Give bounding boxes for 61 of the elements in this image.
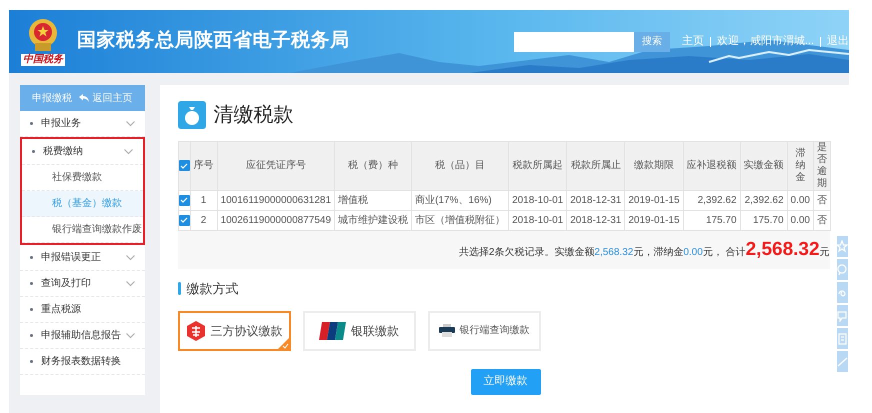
payment-option[interactable]: 银联缴款 [302, 310, 416, 350]
sidebar-item[interactable]: 申报业务 [20, 111, 145, 137]
corner-check-icon [278, 338, 289, 348]
column-header: 实缴金额 [740, 142, 788, 190]
checkbox[interactable] [178, 160, 190, 171]
column-header: 税款所属起 [508, 142, 567, 190]
sidebar-item[interactable]: 申报错误更正 [20, 245, 145, 271]
money-bag-icon [178, 101, 206, 129]
checkbox[interactable] [178, 194, 190, 206]
column-header: 应补退税额 [683, 142, 740, 190]
printer-icon [438, 324, 455, 337]
column-header: 应征凭证序号 [217, 142, 335, 190]
card-logo-icon [319, 322, 346, 340]
site-title: 国家税务总局陕西省电子税务局 [77, 28, 350, 54]
table-cell: 商业(17%、16%) [412, 190, 509, 210]
column-header: 序号 [190, 142, 218, 190]
side-tool-button[interactable] [837, 259, 848, 280]
section-title: 缴款方式 [186, 280, 239, 298]
table-cell: 10016119000000631281 [217, 190, 335, 210]
table-cell: 2019-01-15 [624, 190, 684, 210]
column-header: 税款所属止 [566, 142, 625, 190]
payment-option[interactable]: 银行端查询缴款 [428, 310, 541, 350]
chevron-down-icon [126, 332, 135, 338]
side-tool-button[interactable] [837, 236, 848, 257]
column-header: 是否逾期 [814, 142, 830, 190]
payment-option[interactable]: 三方协议缴款 [178, 310, 291, 350]
sidebar-item[interactable]: 申报辅助信息报告 [20, 323, 145, 349]
sidebar-item[interactable]: 财务报表数据转换 [20, 349, 145, 375]
logo-caption: 中国税务 [21, 54, 65, 66]
table-cell: 2018-12-31 [566, 190, 625, 210]
table-cell: 否 [814, 190, 830, 210]
chevron-down-icon [126, 254, 135, 260]
side-tool-button[interactable] [837, 282, 848, 303]
sidebar-item[interactable]: 查询及打印 [20, 271, 145, 297]
side-tool-button[interactable] [837, 351, 848, 372]
sidebar-title: 申报缴税 [32, 92, 72, 106]
column-header: 税（品）目 [412, 142, 509, 190]
search-field[interactable] [514, 32, 634, 52]
sidebar-subitem[interactable]: 银行端查询缴款作废 [22, 217, 143, 243]
column-header: 税（费）种 [334, 142, 412, 190]
table-cell: 0.00 [787, 190, 814, 210]
side-tool-button[interactable] [837, 305, 848, 326]
table-cell: 1 [190, 190, 218, 210]
chevron-down-icon [126, 280, 135, 286]
table-cell: 增值税 [334, 190, 412, 210]
page-title: 清缴税款 [214, 103, 294, 128]
sidebar-item[interactable]: 税费缴纳 [22, 139, 143, 165]
emblem-icon [27, 17, 59, 53]
side-tool-button[interactable] [837, 328, 848, 349]
sidebar-item[interactable]: 重点税源 [20, 297, 145, 323]
table-cell: 2,392.62 [740, 190, 788, 210]
chevron-down-icon [124, 148, 133, 154]
summary-text: 共选择2条欠税记录。实缴金额2,568.32元，滞纳金0.00元， 合计2,568.32元 [458, 238, 830, 262]
column-header: 滞纳金 [787, 142, 814, 190]
hexagon-icon [186, 320, 206, 342]
checkbox[interactable] [178, 214, 190, 226]
return-arrow-icon [78, 94, 89, 102]
column-header: 缴款期限 [624, 142, 684, 190]
table-cell: 2,392.62 [683, 190, 740, 210]
chevron-down-icon [126, 120, 135, 126]
table-cell: 2018-10-01 [508, 190, 567, 210]
